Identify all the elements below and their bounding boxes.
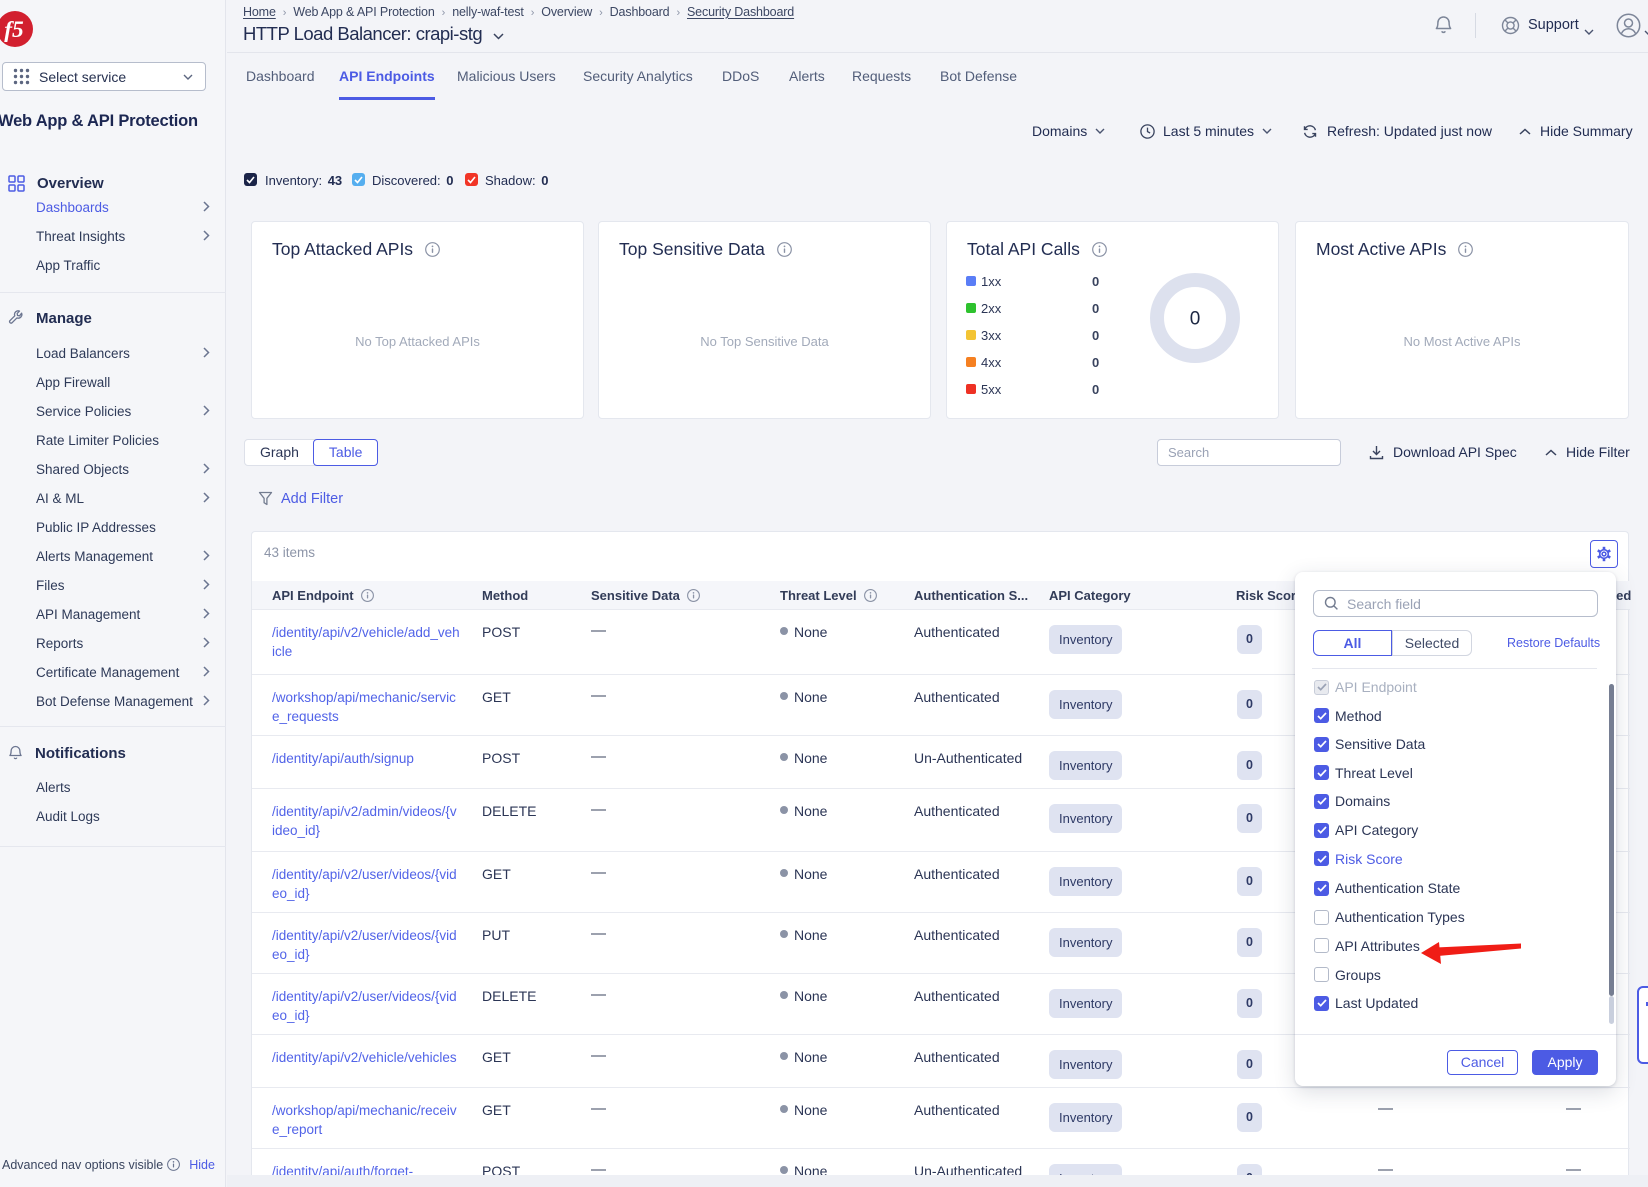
svg-text:f5: f5: [4, 17, 24, 43]
svg-text:0: 0: [1190, 309, 1201, 330]
